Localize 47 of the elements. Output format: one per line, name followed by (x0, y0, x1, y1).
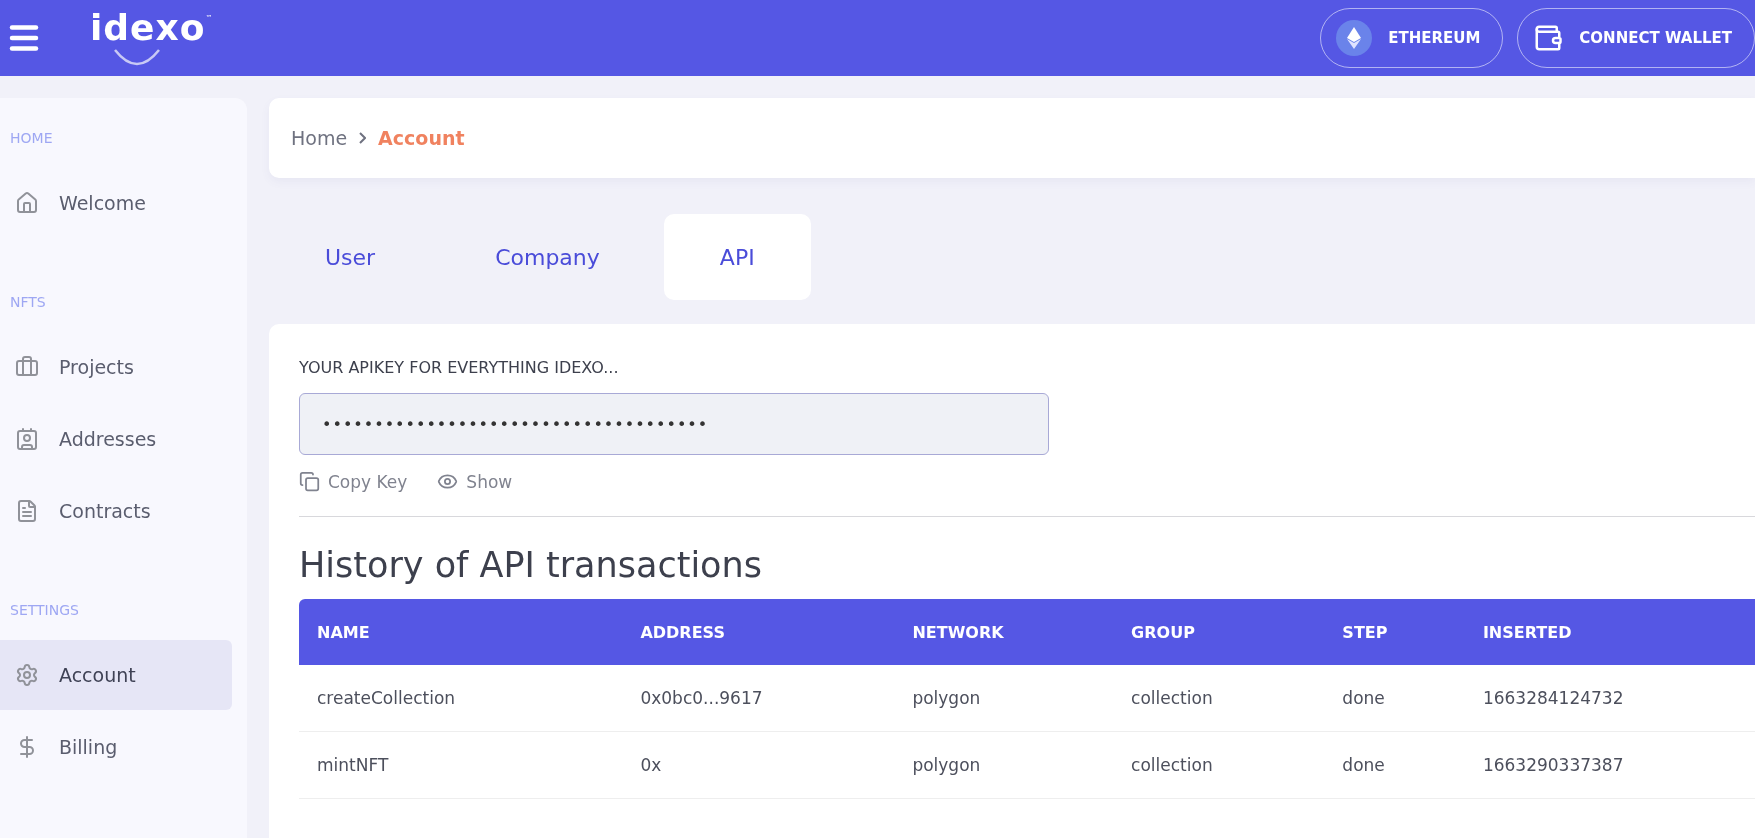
table-cell: 1663290337387 (1464, 731, 1755, 799)
column-header: STEP (1324, 599, 1465, 665)
tab[interactable]: API (663, 214, 811, 300)
settings-icon (15, 663, 39, 687)
copy-icon (299, 471, 320, 492)
table-cell: polygon (894, 665, 1114, 732)
sidebar-item[interactable]: Account (0, 640, 232, 710)
sidebar-item[interactable]: Addresses (0, 404, 232, 474)
table-cell: 0x0bc0...9617 (622, 665, 895, 732)
contact-card-icon (15, 427, 39, 451)
copy-button[interactable]: Copy Key (299, 471, 408, 492)
table-cell: createCollection (299, 665, 623, 732)
logo-text: idexo (90, 8, 206, 48)
api-key-field[interactable]: ••••••••••••••••••••••••••••••••••••• (299, 393, 1049, 455)
tab[interactable]: Company (439, 214, 656, 300)
chevron-right-icon (359, 132, 367, 144)
sidebar-item[interactable]: Billing (0, 712, 232, 782)
table-cell: done (1324, 665, 1465, 732)
ethereum-icon (1336, 20, 1373, 56)
sidebar-section-title: NFTS (9, 294, 47, 310)
column-header: NAME (299, 599, 623, 665)
table-cell: mintNFT (299, 731, 623, 799)
column-header: ADDRESS (622, 599, 895, 665)
sidebar-item[interactable]: Contracts (0, 476, 232, 546)
section-heading: History of API transactions (299, 545, 763, 585)
table-cell: collection (1113, 665, 1325, 732)
tab[interactable]: User (269, 214, 432, 300)
sidebar-section-title: HOME (9, 130, 54, 146)
document-icon (15, 499, 39, 523)
column-header: NETWORK (894, 599, 1114, 665)
table-cell: 1663284124732 (1464, 665, 1755, 732)
wallet-icon (1533, 23, 1564, 53)
column-header: INSERTED (1464, 599, 1755, 665)
table-cell: collection (1113, 731, 1325, 799)
home-icon (15, 191, 39, 215)
table-cell: 0x (622, 731, 895, 799)
field-label: YOUR APIKEY FOR EVERYTHING IDEXO... (299, 358, 620, 377)
table-cell: done (1324, 731, 1465, 799)
sidebar-item[interactable]: Projects (0, 332, 232, 402)
show-button[interactable]: Show (437, 471, 513, 492)
sidebar-section-title: SETTINGS (9, 602, 80, 618)
table-cell: polygon (894, 731, 1114, 799)
smile-icon (112, 48, 162, 68)
breadcrumb-link[interactable]: Home (291, 127, 348, 149)
sidebar-item[interactable]: Welcome (0, 168, 232, 238)
column-header: GROUP (1113, 599, 1325, 665)
briefcase-icon (15, 355, 39, 379)
